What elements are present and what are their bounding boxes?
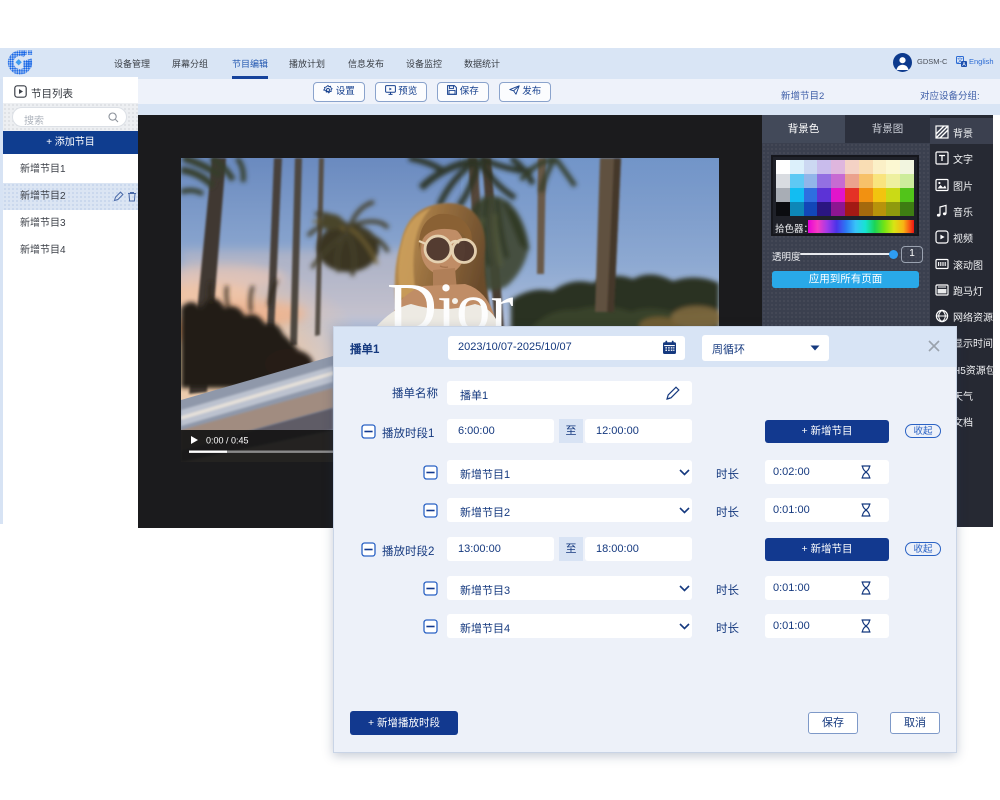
svg-text:0:00 / 0:45: 0:00 / 0:45 [206, 436, 249, 446]
